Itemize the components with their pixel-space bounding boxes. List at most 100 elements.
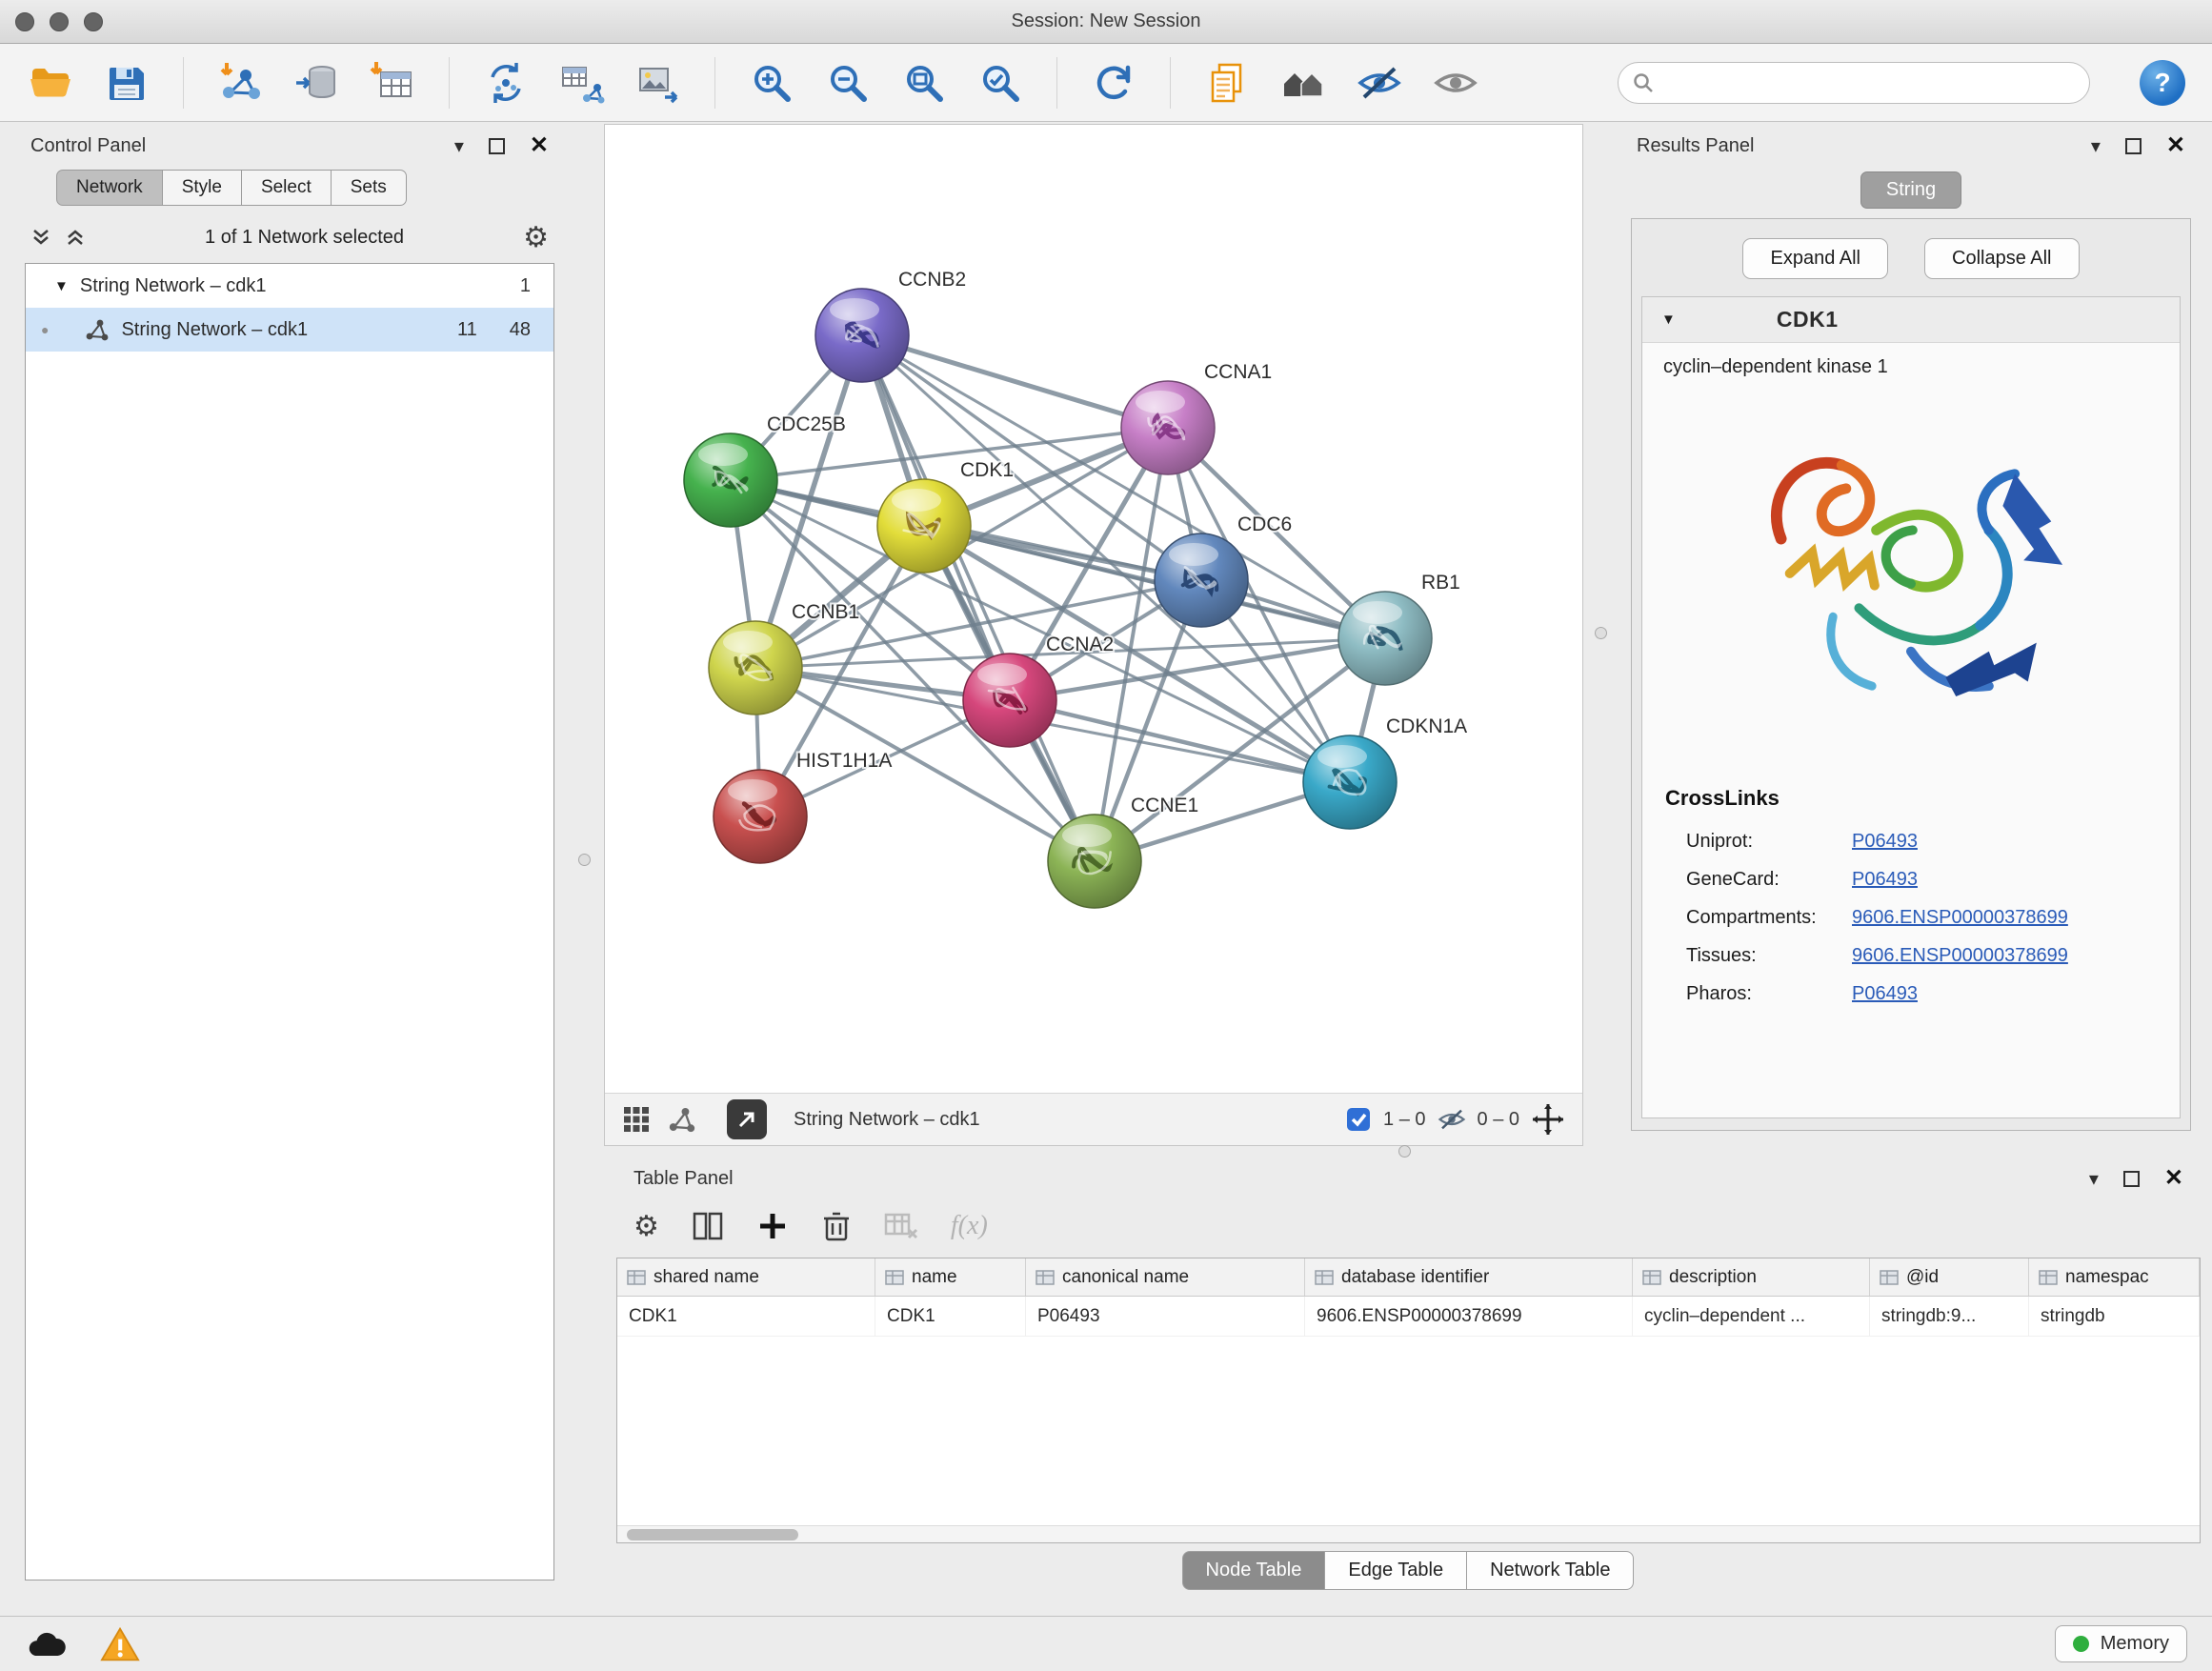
detach-view-button[interactable] [727, 1099, 767, 1139]
column-header[interactable]: database identifier [1305, 1258, 1633, 1296]
help-button[interactable]: ? [2140, 60, 2185, 106]
panel-maximize-icon[interactable] [2123, 1171, 2140, 1187]
network-node-ccnb2[interactable] [815, 289, 909, 382]
collapse-all-icon[interactable] [30, 227, 51, 248]
close-window-button[interactable] [15, 12, 34, 31]
grid-view-icon[interactable] [622, 1105, 651, 1134]
cell-shared-name[interactable]: CDK1 [617, 1297, 875, 1336]
panel-close-icon[interactable]: ✕ [2166, 134, 2185, 157]
cell-description[interactable]: cyclin–dependent ... [1633, 1297, 1870, 1336]
network-table-button[interactable] [558, 59, 606, 107]
vertical-splitter-handle[interactable] [1595, 627, 1607, 639]
move-crosshair-icon[interactable] [1531, 1102, 1565, 1137]
expand-all-icon[interactable] [65, 227, 86, 248]
tab-network-table[interactable]: Network Table [1466, 1551, 1634, 1590]
panel-maximize-icon[interactable] [2125, 138, 2142, 154]
column-header[interactable]: namespac [2029, 1258, 2200, 1296]
import-network-file-button[interactable] [216, 59, 264, 107]
open-session-button[interactable] [27, 59, 74, 107]
hide-graphics-button[interactable] [1356, 59, 1403, 107]
birdseye-view-icon[interactable] [668, 1105, 696, 1134]
search-input[interactable] [1662, 72, 2076, 93]
export-image-button[interactable] [634, 59, 682, 107]
show-graphics-button[interactable] [1432, 59, 1479, 107]
network-node-ccna1[interactable] [1121, 381, 1215, 474]
tab-sets[interactable]: Sets [331, 170, 407, 206]
minimize-window-button[interactable] [50, 12, 69, 31]
network-node-count: 11 [457, 319, 477, 341]
houses-button[interactable] [1279, 59, 1327, 107]
collapse-all-button[interactable]: Collapse All [1924, 238, 2080, 279]
crosslink-pharos-link[interactable]: P06493 [1852, 983, 1918, 1005]
show-columns-icon[interactable] [692, 1210, 724, 1242]
cloud-icon[interactable] [25, 1629, 67, 1660]
panel-float-icon[interactable]: ▾ [454, 134, 464, 158]
import-network-database-button[interactable] [292, 59, 340, 107]
crosslink-tissues-link[interactable]: 9606.ENSP00000378699 [1852, 945, 2068, 967]
tab-style[interactable]: Style [162, 170, 242, 206]
column-header[interactable]: shared name [617, 1258, 875, 1296]
cell-name[interactable]: CDK1 [875, 1297, 1026, 1336]
column-header[interactable]: @id [1870, 1258, 2029, 1296]
node-label-cdkn1a: CDKN1A [1386, 715, 1467, 737]
vertical-splitter-handle[interactable] [578, 854, 591, 866]
network-node-cdc25b[interactable] [684, 433, 777, 527]
panel-float-icon[interactable]: ▾ [2091, 134, 2101, 158]
table-row[interactable]: CDK1 CDK1 P06493 9606.ENSP00000378699 cy… [617, 1297, 2200, 1337]
gear-icon[interactable]: ⚙ [523, 221, 549, 254]
panel-close-icon[interactable]: ✕ [530, 134, 549, 157]
cell-namespace[interactable]: stringdb [2029, 1297, 2200, 1336]
zoom-window-button[interactable] [84, 12, 103, 31]
zoom-fit-button[interactable] [900, 59, 948, 107]
network-node-cdkn1a[interactable] [1303, 735, 1397, 829]
horizontal-scrollbar[interactable] [617, 1525, 2200, 1542]
network-edge[interactable] [862, 335, 1168, 428]
zoom-out-button[interactable] [824, 59, 872, 107]
zoom-in-button[interactable] [748, 59, 795, 107]
delete-column-icon[interactable] [821, 1210, 852, 1242]
disclosure-triangle-icon[interactable]: ▼ [54, 278, 69, 294]
network-node-cdk1[interactable] [877, 479, 971, 573]
column-header[interactable]: description [1633, 1258, 1870, 1296]
network-node-rb1[interactable] [1338, 592, 1432, 685]
crosslink-genecard-link[interactable]: P06493 [1852, 869, 1918, 891]
network-tree-root-row[interactable]: ▼ String Network – cdk1 1 [26, 264, 553, 308]
panel-maximize-icon[interactable] [489, 138, 505, 154]
zoom-selected-button[interactable] [976, 59, 1024, 107]
horizontal-splitter-handle[interactable] [1398, 1145, 1411, 1158]
crosslink-compartments-link[interactable]: 9606.ENSP00000378699 [1852, 907, 2068, 929]
scrollbar-thumb[interactable] [627, 1529, 798, 1540]
panel-float-icon[interactable]: ▾ [2089, 1167, 2099, 1191]
warning-icon[interactable] [99, 1625, 141, 1663]
panel-close-icon[interactable]: ✕ [2164, 1167, 2183, 1190]
section-disclosure-icon[interactable]: ▼ [1661, 312, 1676, 328]
network-node-cdc6[interactable] [1155, 534, 1248, 627]
network-node-hist1h1a[interactable] [714, 770, 807, 863]
column-header[interactable]: name [875, 1258, 1026, 1296]
table-options-gear-icon[interactable]: ⚙ [633, 1210, 659, 1243]
crosslink-uniprot-link[interactable]: P06493 [1852, 831, 1918, 853]
duplicate-document-button[interactable] [1203, 59, 1251, 107]
cell-id[interactable]: stringdb:9... [1870, 1297, 2029, 1336]
network-tree-child-row[interactable]: ● String Network – cdk1 11 48 [26, 308, 553, 352]
tab-select[interactable]: Select [241, 170, 332, 206]
network-graph[interactable]: CCNB2CCNA1CDC25BCDK1CDC6RB1CCNB1CCNA2CDK… [605, 125, 1582, 1093]
tab-edge-table[interactable]: Edge Table [1324, 1551, 1467, 1590]
network-node-ccna2[interactable] [963, 654, 1056, 747]
tab-network[interactable]: Network [56, 170, 163, 206]
refresh-view-button[interactable] [1090, 59, 1137, 107]
tab-node-table[interactable]: Node Table [1182, 1551, 1326, 1590]
expand-all-button[interactable]: Expand All [1742, 238, 1888, 279]
add-column-icon[interactable] [756, 1210, 789, 1242]
network-edge[interactable] [862, 335, 1095, 861]
clone-network-button[interactable] [482, 59, 530, 107]
import-table-button[interactable] [369, 59, 416, 107]
column-header[interactable]: canonical name [1026, 1258, 1305, 1296]
network-node-ccnb1[interactable] [709, 621, 802, 715]
cell-database-identifier[interactable]: 9606.ENSP00000378699 [1305, 1297, 1633, 1336]
network-node-ccne1[interactable] [1048, 815, 1141, 908]
save-session-button[interactable] [103, 59, 151, 107]
tab-string[interactable]: String [1860, 171, 1961, 209]
memory-button[interactable]: Memory [2055, 1625, 2187, 1662]
cell-canonical-name[interactable]: P06493 [1026, 1297, 1305, 1336]
